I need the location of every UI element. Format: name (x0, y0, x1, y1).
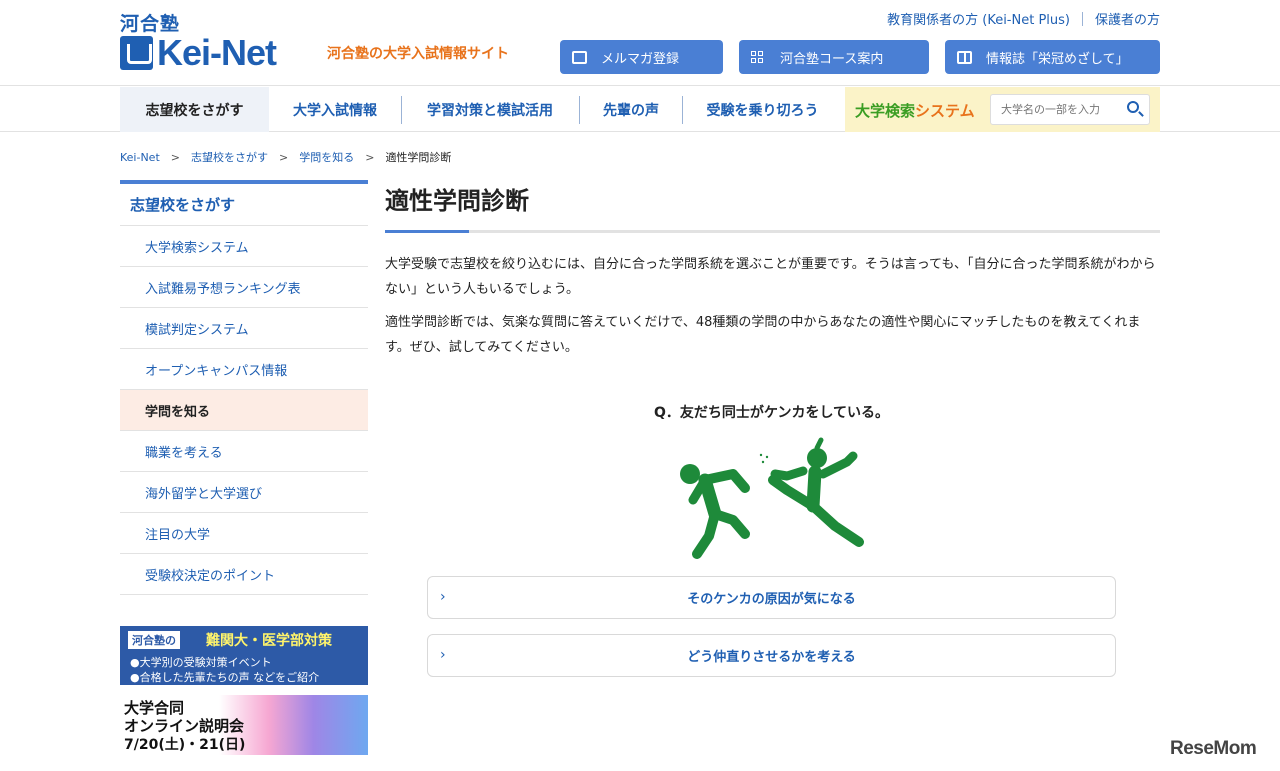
banner-title: 難関大・医学部対策 (206, 633, 332, 649)
breadcrumb-home[interactable]: Kei-Net (120, 151, 160, 164)
logo-keinet[interactable]: Kei-Net (120, 32, 277, 73)
course-guide-button[interactable]: 河合塾コース案内 (739, 40, 929, 74)
nav-get-through[interactable]: 受験を乗り切ろう (690, 87, 835, 132)
site-header: 河合塾 Kei-Net 河合塾の大学入試情報サイト 教育関係者の方 (Kei-N… (0, 0, 1280, 86)
site-tagline: 河合塾の大学入試情報サイト (327, 46, 509, 62)
grid-icon (751, 50, 766, 64)
page-title: 適性学問診断 (385, 187, 529, 215)
breadcrumb: Kei-Net > 志望校をさがす > 学問を知る > 適性学問診断 (120, 149, 451, 165)
sidebar-item-study-abroad[interactable]: 海外留学と大学選び (120, 472, 368, 513)
title-underline (385, 230, 1160, 233)
nav-exam-info[interactable]: 大学入試情報 (275, 87, 395, 132)
chevron-right-icon: > (170, 150, 180, 164)
answer-option-reconcile[interactable]: › どう仲直りさせるかを考える (427, 634, 1116, 677)
divider (1081, 11, 1083, 26)
sidebar-item-featured-univ[interactable]: 注目の大学 (120, 513, 368, 554)
nav-divider (682, 96, 683, 124)
banner-tag: 河合塾の (128, 631, 180, 649)
sidebar-item-career[interactable]: 職業を考える (120, 431, 368, 472)
nav-find-school[interactable]: 志望校をさがす (120, 87, 269, 132)
nav-divider (579, 96, 580, 124)
newsletter-label: メルマガ登録 (601, 51, 680, 67)
banner-line: ●合格した先輩たちの声 などをご紹介 (130, 671, 320, 684)
magazine-label: 情報誌「栄冠めざして」 (986, 51, 1129, 67)
breadcrumb-find-school[interactable]: 志望校をさがす (191, 149, 268, 165)
breadcrumb-current: 適性学問診断 (385, 151, 452, 164)
top-links: 教育関係者の方 (Kei-Net Plus) 保護者の方 (887, 9, 1160, 28)
sidebar-heading[interactable]: 志望校をさがす (120, 180, 368, 226)
sidebar-item-decision-points[interactable]: 受験校決定のポイント (120, 554, 368, 595)
banner-date: 7/20(土)・21(日) (124, 737, 246, 753)
magazine-button[interactable]: 情報誌「栄冠めざして」 (945, 40, 1160, 74)
sidebar-item-mock-judge[interactable]: 模試判定システム (120, 308, 368, 349)
link-parents[interactable]: 保護者の方 (1095, 9, 1160, 28)
chevron-right-icon: > (279, 150, 289, 164)
search-icon[interactable] (1127, 101, 1139, 113)
logo-text: Kei-Net (157, 32, 277, 73)
banner-line: オンライン説明会 (124, 717, 245, 735)
breadcrumb-know-studies[interactable]: 学問を知る (299, 149, 354, 165)
search-system-label[interactable]: 大学検索システム (855, 100, 975, 121)
intro-paragraph: 適性学問診断では、気楽な質問に答えていくだけで、48種類の学問の中からあなたの適… (385, 315, 1141, 355)
book-icon (957, 50, 972, 64)
nav-senior-voices[interactable]: 先輩の声 (586, 87, 676, 132)
question-text: Q．友だち同士がケンカをしている。 (653, 405, 890, 421)
answer-label: どう仲直りさせるかを考える (687, 650, 856, 665)
answer-option-cause[interactable]: › そのケンカの原因が気になる (427, 576, 1116, 619)
nav-divider (401, 96, 402, 124)
university-search: 大学検索システム (845, 87, 1160, 132)
fighting-figures-illustration (680, 437, 864, 559)
sidebar-item-ranking[interactable]: 入試難易予想ランキング表 (120, 267, 368, 308)
resemom-watermark: ReseMom (1170, 738, 1257, 759)
banner-online-fair[interactable]: 大学合同 オンライン説明会 7/20(土)・21(日) (120, 695, 368, 755)
chevron-right-icon: › (440, 589, 446, 605)
intro-paragraph: 大学受験で志望校を絞り込むには、自分に合った学問系統を選ぶことが重要です。そうは… (385, 257, 1156, 297)
chevron-right-icon: › (440, 647, 446, 663)
search-input[interactable] (990, 94, 1150, 125)
book-logo-icon (120, 36, 153, 70)
chevron-right-icon: > (365, 150, 375, 164)
banner-line: ●大学別の受験対策イベント (130, 656, 272, 669)
banner-top-univ-medical[interactable]: 河合塾の 難関大・医学部対策 ●大学別の受験対策イベント ●合格した先輩たちの声… (120, 626, 368, 685)
sidebar-item-univ-search[interactable]: 大学検索システム (120, 226, 368, 267)
nav-study-mock[interactable]: 学習対策と模試活用 (408, 87, 572, 132)
newsletter-button[interactable]: メルマガ登録 (560, 40, 723, 74)
header-buttons: メルマガ登録 河合塾コース案内 情報誌「栄冠めざして」 (560, 40, 1160, 74)
global-nav: 志望校をさがす 大学入試情報 学習対策と模試活用 先輩の声 受験を乗り切ろう 大… (0, 87, 1280, 132)
mail-icon (572, 50, 587, 64)
sidebar-item-open-campus[interactable]: オープンキャンパス情報 (120, 349, 368, 390)
sidebar-item-know-studies[interactable]: 学問を知る (120, 390, 368, 431)
course-guide-label: 河合塾コース案内 (780, 51, 884, 67)
answer-label: そのケンカの原因が気になる (687, 592, 856, 607)
sidebar: 志望校をさがす 大学検索システム 入試難易予想ランキング表 模試判定システム オ… (120, 180, 368, 595)
link-educators[interactable]: 教育関係者の方 (Kei-Net Plus) (887, 9, 1070, 28)
